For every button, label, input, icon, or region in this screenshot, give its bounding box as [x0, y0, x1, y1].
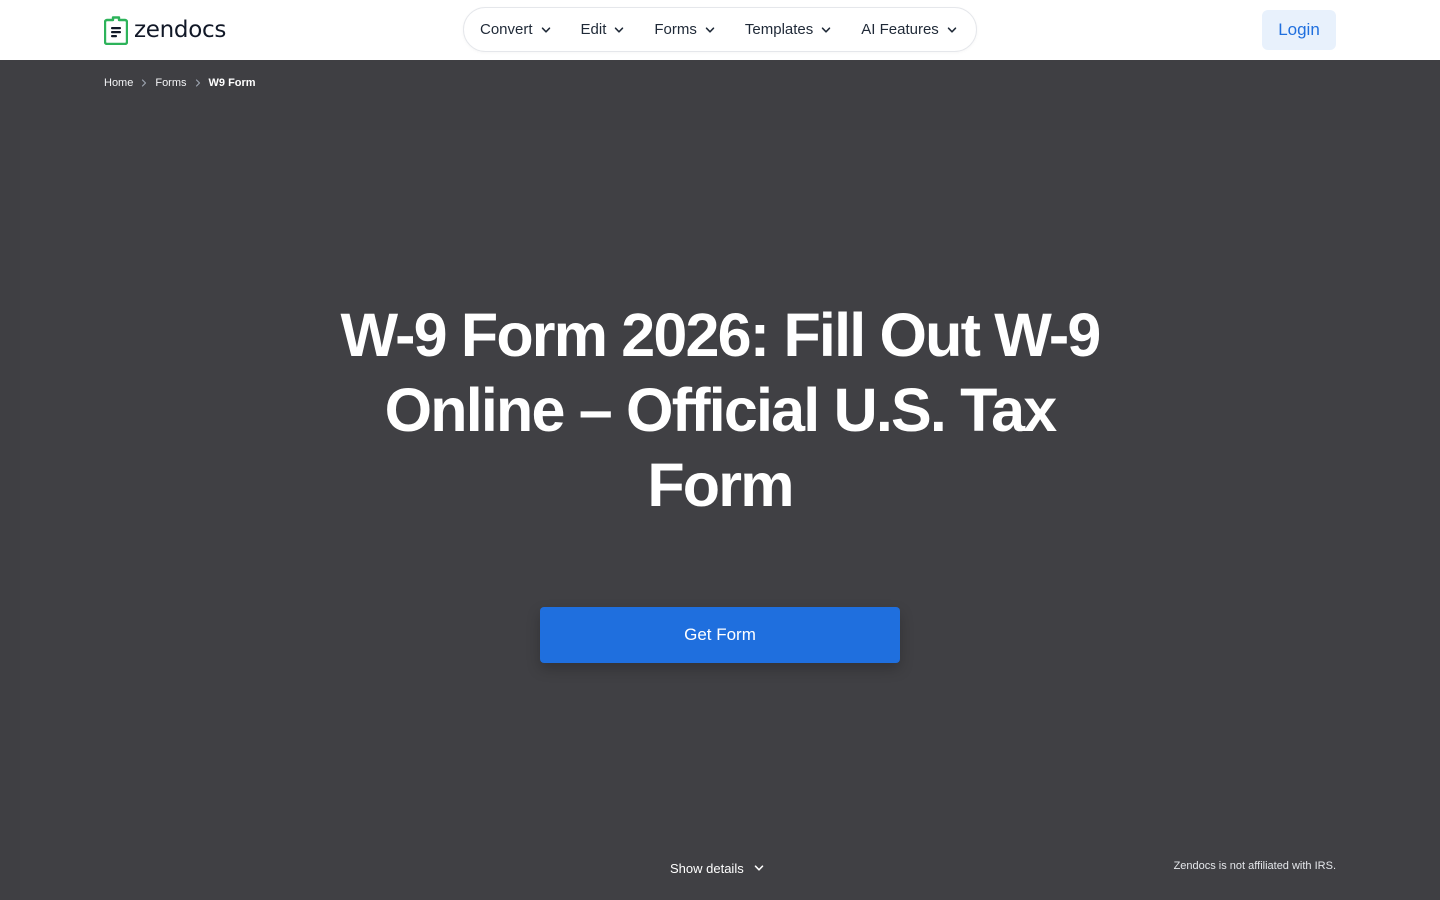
menu-item-convert[interactable]: Convert — [480, 21, 551, 38]
menu-item-label: Templates — [744, 21, 814, 38]
get-form-button[interactable]: Get Form — [540, 607, 900, 663]
show-details-label: Show details — [670, 860, 744, 876]
chevron-down-icon — [541, 26, 550, 33]
breadcrumb-current-page: W9 Form — [208, 77, 256, 89]
document-logo-icon — [104, 16, 128, 45]
menu-item-templates[interactable]: Templates — [745, 21, 831, 38]
breadcrumb: Home Forms W9 Form — [104, 76, 256, 90]
zendocs-logo[interactable]: zendocs — [104, 15, 226, 45]
chevron-right-icon — [195, 79, 200, 87]
top-navigation-bar: zendocs Convert Edit Forms Templates AI … — [0, 0, 1440, 60]
irs-disclaimer: Zendocs is not affiliated with IRS. — [1173, 860, 1336, 872]
menu-item-ai-features[interactable]: AI Features — [861, 21, 957, 38]
menu-item-edit[interactable]: Edit — [581, 21, 625, 38]
chevron-down-icon — [705, 26, 715, 33]
menu-item-forms[interactable]: Forms — [654, 21, 715, 38]
breadcrumb-home[interactable]: Home — [104, 77, 133, 89]
menu-item-label: Forms — [654, 21, 697, 38]
chevron-down-icon — [754, 865, 763, 871]
main-menu: Convert Edit Forms Templates AI Features — [463, 7, 977, 52]
brand-name: zendocs — [134, 17, 227, 43]
chevron-right-icon — [142, 79, 147, 87]
menu-item-label: AI Features — [861, 21, 939, 38]
login-button[interactable]: Login — [1262, 10, 1336, 50]
page-title: W-9 Form 2026: Fill Out W-9 Online – Off… — [340, 301, 1102, 519]
show-details-toggle[interactable]: Show details — [670, 858, 764, 878]
chevron-down-icon — [615, 26, 624, 33]
chevron-down-icon — [822, 26, 831, 33]
menu-item-label: Edit — [580, 21, 607, 38]
chevron-down-icon — [947, 26, 957, 33]
menu-item-label: Convert — [480, 21, 533, 38]
breadcrumb-forms[interactable]: Forms — [155, 77, 186, 89]
